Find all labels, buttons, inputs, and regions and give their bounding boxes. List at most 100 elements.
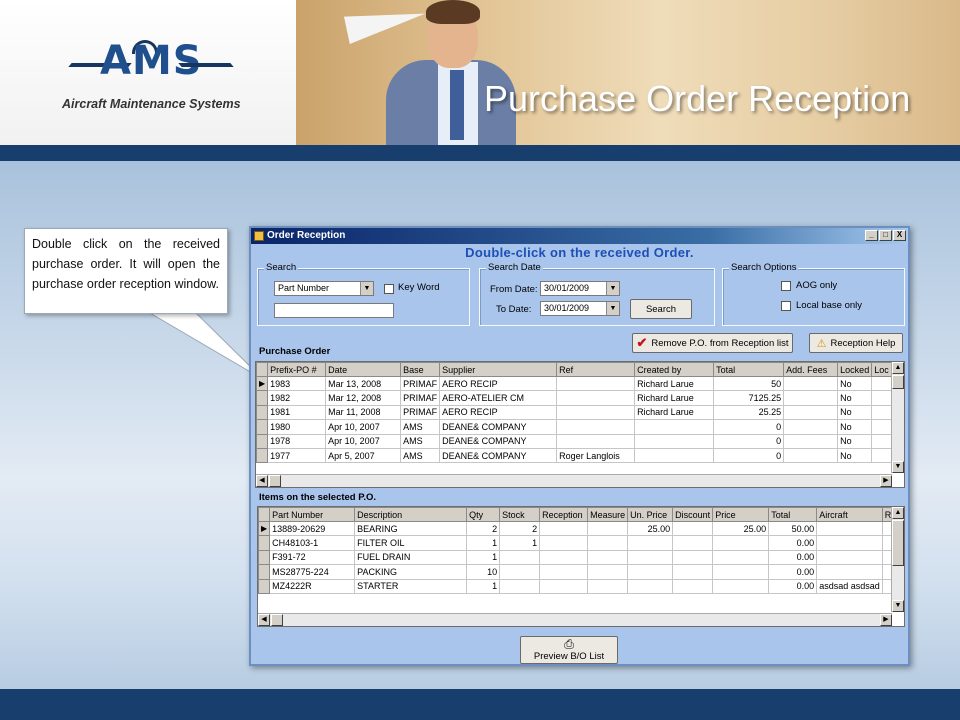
minimize-button[interactable]: _ xyxy=(865,230,878,241)
column-header[interactable]: Prefix-PO # xyxy=(267,362,327,377)
table-row[interactable]: MZ4222R STARTER 1 0.00 asdsad asdsad xyxy=(258,578,901,594)
cell: 1978 xyxy=(267,433,327,449)
scroll-thumb[interactable] xyxy=(269,475,281,487)
chevron-down-icon[interactable]: ▼ xyxy=(606,302,619,315)
search-input[interactable] xyxy=(274,303,394,318)
printer-icon: ⎙ xyxy=(564,637,574,651)
scroll-down-icon[interactable]: ▼ xyxy=(892,600,904,612)
aog-only-checkbox[interactable] xyxy=(781,281,791,291)
table-row[interactable]: 1981 Mar 11, 2008 PRIMAF AERO RECIP Rich… xyxy=(256,404,901,421)
local-base-checkbox[interactable] xyxy=(781,301,791,311)
items-horizontal-scrollbar[interactable]: ◀ ▶ xyxy=(258,613,892,626)
column-header[interactable]: Date xyxy=(325,362,402,377)
cell xyxy=(556,404,636,421)
cell: 0.00 xyxy=(768,549,818,566)
items-vertical-scrollbar[interactable]: ▲ ▼ xyxy=(891,507,904,612)
reception-help-label: Reception Help xyxy=(830,337,896,349)
table-row[interactable]: 1980 Apr 10, 2007 AMS DEANE& COMPANY 0 N… xyxy=(256,419,901,435)
cell: 0.00 xyxy=(768,578,818,594)
scroll-up-icon[interactable]: ▲ xyxy=(892,507,904,519)
cell: No xyxy=(837,433,873,449)
cell: BEARING xyxy=(354,520,468,537)
cell xyxy=(634,433,715,449)
scroll-right-icon[interactable]: ▶ xyxy=(880,475,892,487)
cell: Mar 13, 2008 xyxy=(325,375,402,392)
cell: 1981 xyxy=(267,404,327,421)
table-row[interactable]: 1978 Apr 10, 2007 AMS DEANE& COMPANY 0 N… xyxy=(256,433,901,449)
cell: Richard Larue xyxy=(634,375,715,392)
scroll-left-icon[interactable]: ◀ xyxy=(256,475,268,487)
table-row[interactable]: CH48103-1 FILTER OIL 1 1 0.00 xyxy=(258,535,901,551)
scroll-down-icon[interactable]: ▼ xyxy=(892,461,904,473)
instruction-callout: Double click on the received purchase or… xyxy=(24,228,228,314)
column-header[interactable]: Part Number xyxy=(269,507,356,522)
column-header[interactable]: Un. Price xyxy=(627,507,674,522)
scroll-right-icon[interactable]: ▶ xyxy=(880,614,892,626)
window-titlebar[interactable]: Order Reception _ □ X xyxy=(251,228,908,244)
cell xyxy=(783,433,839,449)
cell xyxy=(634,447,715,464)
remove-po-button[interactable]: ✔ Remove P.O. from Reception list xyxy=(632,333,793,353)
cell: Mar 12, 2008 xyxy=(325,390,402,406)
table-row[interactable]: ▶ 1983 Mar 13, 2008 PRIMAF AERO RECIP Ri… xyxy=(256,375,901,392)
keyword-checkbox[interactable] xyxy=(384,284,394,294)
column-header[interactable]: Aircraft xyxy=(816,507,883,522)
cell: 1977 xyxy=(267,447,327,464)
row-selector-icon[interactable]: ▶ xyxy=(258,520,271,537)
row-selector-icon[interactable]: ▶ xyxy=(256,375,269,392)
cell xyxy=(783,404,839,421)
column-header[interactable]: Price xyxy=(712,507,770,522)
scroll-up-icon[interactable]: ▲ xyxy=(892,362,904,374)
table-row[interactable]: ▶ 13889-20629 BEARING 2 2 25.00 25.00 50… xyxy=(258,520,901,537)
scroll-thumb[interactable] xyxy=(892,520,904,566)
column-header[interactable]: Total xyxy=(768,507,818,522)
cell xyxy=(556,390,636,406)
column-header[interactable]: Measure xyxy=(587,507,629,522)
cell: PRIMAF xyxy=(400,404,441,421)
search-options-group-label: Search Options xyxy=(729,262,799,273)
purchase-order-horizontal-scrollbar[interactable]: ◀ ▶ xyxy=(256,474,892,487)
chevron-down-icon[interactable]: ▼ xyxy=(360,282,373,295)
table-row[interactable]: MS28775-224 PACKING 10 0.00 xyxy=(258,564,901,580)
column-header[interactable]: Add. Fees xyxy=(783,362,839,377)
scroll-left-icon[interactable]: ◀ xyxy=(258,614,270,626)
table-row[interactable]: F391-72 FUEL DRAIN 1 0.00 xyxy=(258,549,901,566)
cell: AERO RECIP xyxy=(439,404,558,421)
from-date-picker[interactable]: 30/01/2009 ▼ xyxy=(540,281,620,296)
cell xyxy=(712,535,770,551)
scroll-thumb[interactable] xyxy=(271,614,283,626)
column-header[interactable]: Total xyxy=(713,362,785,377)
preview-bo-list-button[interactable]: ⎙ Preview B/O List xyxy=(520,636,618,664)
close-button[interactable]: X xyxy=(893,230,906,241)
column-header[interactable]: Description xyxy=(354,507,468,522)
chevron-down-icon[interactable]: ▼ xyxy=(606,282,619,295)
header-divider-bar xyxy=(0,145,960,161)
purchase-order-header-row: Prefix-PO # Date Base Supplier Ref Creat… xyxy=(256,362,901,377)
column-header[interactable]: Stock xyxy=(499,507,541,522)
table-row[interactable]: 1982 Mar 12, 2008 PRIMAF AERO-ATELIER CM… xyxy=(256,390,901,406)
purchase-order-vertical-scrollbar[interactable]: ▲ ▼ xyxy=(891,362,904,473)
to-date-picker[interactable]: 30/01/2009 ▼ xyxy=(540,301,620,316)
reception-help-button[interactable]: ⚠ Reception Help xyxy=(809,333,903,353)
column-header[interactable]: Qty xyxy=(466,507,501,522)
table-row[interactable]: 1977 Apr 5, 2007 AMS DEANE& COMPANY Roge… xyxy=(256,447,901,464)
column-header[interactable]: Ref xyxy=(556,362,636,377)
column-header[interactable]: Discount xyxy=(672,507,714,522)
column-header[interactable]: Base xyxy=(400,362,441,377)
cell xyxy=(627,578,674,594)
search-button[interactable]: Search xyxy=(630,299,692,319)
column-header[interactable]: Locked xyxy=(837,362,873,377)
search-field-select[interactable]: Part Number ▼ xyxy=(274,281,374,296)
cell: 25.25 xyxy=(713,404,785,421)
cell: 2 xyxy=(466,520,501,537)
cell: 25.00 xyxy=(627,520,674,537)
order-reception-window: Order Reception _ □ X Double-click on th… xyxy=(249,226,910,666)
scroll-thumb[interactable] xyxy=(892,375,904,389)
maximize-button[interactable]: □ xyxy=(879,230,892,241)
warning-icon: ⚠ xyxy=(816,337,827,350)
column-header[interactable]: Reception xyxy=(539,507,589,522)
column-header[interactable]: Supplier xyxy=(439,362,558,377)
search-date-group: Search Date From Date: 30/01/2009 ▼ To D… xyxy=(479,262,715,326)
column-header[interactable]: Created by xyxy=(634,362,715,377)
cell: Apr 5, 2007 xyxy=(325,447,402,464)
